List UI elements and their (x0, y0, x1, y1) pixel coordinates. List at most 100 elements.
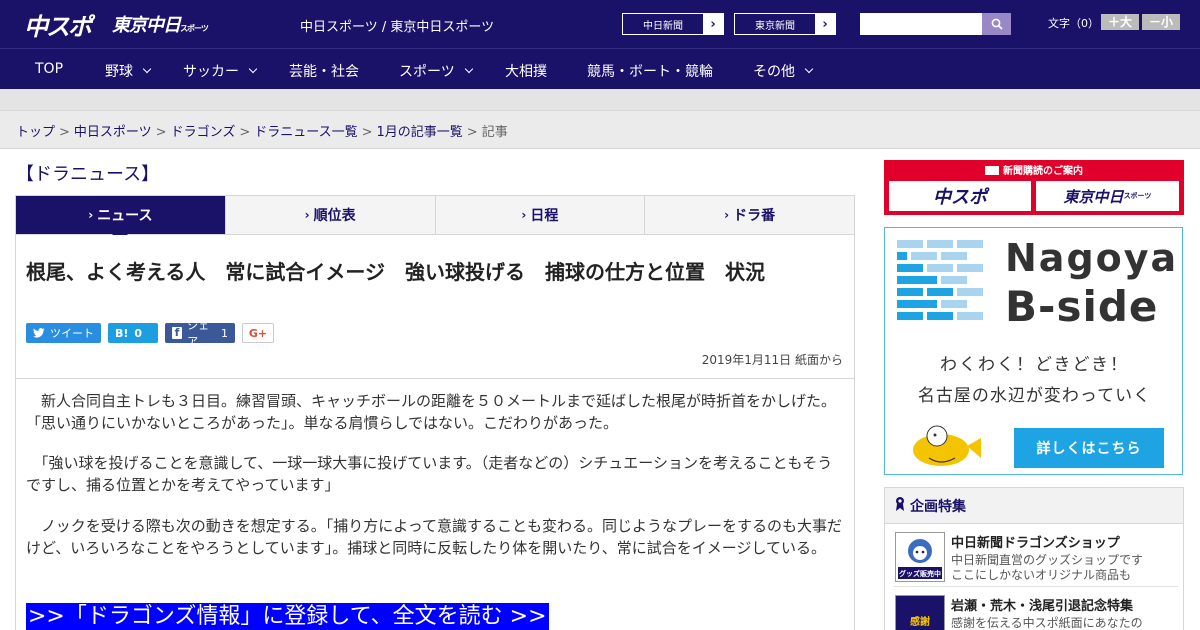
tokyo-shimbun-link[interactable]: 東京新聞 › (734, 13, 836, 35)
hatena-bookmark-button[interactable]: B! 0 (108, 323, 158, 343)
nav-label: TOP (35, 61, 64, 77)
article-paragraph: 「強い球を投げることを意識して、一球一球大事に投げています。（走者などの）シチュ… (26, 454, 833, 494)
search-icon (991, 18, 1003, 30)
article-divider (16, 378, 854, 379)
subscription-banner[interactable]: 新聞購読のご案内 中スポ 東京中日 スポーツ (884, 160, 1184, 215)
chevron-right-icon: › (88, 208, 94, 222)
tab-label: ニュース (97, 208, 153, 224)
feature-description: 中日新聞直営のグッズショップです ここにしかないオリジナル商品も (951, 553, 1143, 583)
feature-specials-panel: 企画特集 グッズ販売中 中日新聞ドラゴンズショップ 中日新聞直営のグッズショップ… (884, 487, 1184, 630)
ad-text-line2: 名古屋の水辺が変わっていく (917, 386, 1152, 406)
nav-label: その他 (753, 64, 795, 80)
subscribe-chuspo-box[interactable]: 中スポ (889, 181, 1031, 211)
chevron-right-icon: › (521, 208, 527, 222)
feature-item-retirement-special[interactable]: 感謝 岩瀬・荒木・浅尾引退記念特集 感謝を伝える中スポ紙面にあなたの (893, 588, 1178, 630)
breadcrumb-link-dragons[interactable]: ドラゴンズ (171, 125, 236, 140)
top-bar: 中スポ 東京中日スポーツ 中日スポーツ / 東京中日スポーツ 中日新聞 › 東京… (0, 0, 1200, 48)
hatena-icon: B! (115, 326, 129, 340)
facebook-share-count: 1 (221, 326, 228, 340)
chevron-right-icon: › (304, 208, 310, 222)
facebook-icon: f (172, 326, 183, 339)
breadcrumb-current: 記事 (481, 125, 508, 140)
retirement-thumb-label: 感謝 (910, 616, 930, 628)
breadcrumb-separator: > (155, 125, 167, 140)
tab-label: ドラ番 (733, 208, 776, 224)
search-button[interactable] (982, 13, 1011, 35)
ad-title-line2: B-side (1005, 282, 1159, 331)
feature-description-line: 感謝を伝える中スポ紙面にあなたの (951, 616, 1143, 630)
nav-item-soccer[interactable]: サッカー (183, 61, 258, 81)
nagoya-bside-ad[interactable]: Nagoya B-side わくわく！どきどき！ 名古屋の水辺が変わっていく 詳… (884, 227, 1183, 475)
feature-title: 中日新聞ドラゴンズショップ (951, 536, 1120, 551)
chevron-right-icon: › (703, 14, 723, 34)
chevron-right-icon: › (815, 14, 835, 34)
google-plus-button[interactable]: G+ (242, 323, 274, 343)
fried-shrimp-mascot-icon (913, 425, 981, 466)
nav-item-other[interactable]: その他 (753, 61, 814, 81)
dragons-shop-thumbnail: グッズ販売中 (895, 532, 945, 582)
header-strip (0, 89, 1200, 111)
article-paragraph: ノックを受ける際も次の動きを想定する。「捕り方によって意識することも変わる。同じ… (26, 517, 843, 557)
feature-description-line: 中日新聞直営のグッズショップです (951, 553, 1144, 567)
feature-title: 岩瀬・荒木・浅尾引退記念特集 (951, 599, 1134, 614)
breadcrumb-separator: > (239, 125, 251, 140)
chunichi-shimbun-link[interactable]: 中日新聞 › (622, 13, 724, 35)
nav-item-baseball[interactable]: 野球 (105, 61, 152, 81)
breadcrumb-link-top[interactable]: トップ (16, 125, 55, 140)
font-increase-button[interactable]: ＋大 (1101, 14, 1139, 30)
nav-label: 芸能・社会 (289, 64, 359, 80)
nav-item-top[interactable]: TOP (35, 61, 63, 77)
nav-label: 競馬・ボート・競輪 (587, 64, 713, 80)
tokyo-chunichi-logo[interactable]: 東京中日スポーツ (112, 11, 209, 37)
facebook-share-label: シェア (187, 319, 210, 348)
nav-item-sumo[interactable]: 大相撲 (505, 61, 547, 81)
feature-header: 企画特集 (885, 488, 1183, 524)
font-size-label: 文字（0） (1048, 17, 1099, 30)
nav-item-racing[interactable]: 競馬・ボート・競輪 (587, 61, 713, 81)
nav-label: 野球 (105, 64, 133, 80)
subscription-header: 新聞購読のご案内 (884, 162, 1184, 177)
feature-description-line: ここにしかないオリジナル商品も (951, 568, 1132, 582)
subscribe-chuspo-logo: 中スポ (933, 187, 987, 208)
feature-item-dragons-shop[interactable]: グッズ販売中 中日新聞ドラゴンズショップ 中日新聞直営のグッズショップです ここ… (893, 525, 1178, 587)
chevron-down-icon (142, 64, 152, 74)
section-tabs: › ニュース › 順位表 › 日程 › ドラ番 (15, 195, 855, 242)
hatena-count: 0 (134, 326, 143, 340)
google-plus-icon: G+ (248, 326, 268, 340)
tokyo-chunichi-logo-small: スポーツ (180, 24, 209, 33)
subscription-header-text: 新聞購読のご案内 (1003, 166, 1083, 177)
tab-schedule[interactable]: › 日程 (434, 196, 645, 234)
twitter-bird-icon (33, 328, 45, 338)
newspaper-icon (985, 166, 999, 175)
nav-label: スポーツ (399, 64, 455, 80)
ad-title-line1: Nagoya (1005, 236, 1179, 280)
breadcrumb-link-news-list[interactable]: ドラニュース一覧 (254, 125, 357, 140)
chevron-down-icon (804, 64, 814, 74)
tokyo-shimbun-label: 東京新聞 (755, 20, 795, 32)
ad-details-button[interactable]: 詳しくはこちら (1014, 428, 1164, 468)
font-decrease-button[interactable]: －小 (1142, 14, 1180, 30)
nav-item-entertainment[interactable]: 芸能・社会 (289, 61, 359, 81)
nav-label: サッカー (183, 64, 239, 80)
breadcrumb-link-chuspo[interactable]: 中日スポーツ (74, 125, 152, 140)
breadcrumb-separator: > (466, 125, 478, 140)
medal-icon (895, 496, 905, 516)
tab-standings[interactable]: › 順位表 (224, 196, 435, 234)
share-buttons: ツイート B! 0 f シェア 1 G+ (26, 319, 281, 348)
facebook-share-button[interactable]: f シェア 1 (165, 319, 235, 348)
breadcrumb-separator: > (59, 125, 70, 140)
nav-item-sports[interactable]: スポーツ (399, 61, 473, 81)
register-read-full-link[interactable]: >>「ドラゴンズ情報」に登録して、全文を読む >> (26, 603, 549, 630)
article-date: 2019年1月11日 紙面から (701, 353, 843, 367)
search-input[interactable] (860, 13, 982, 35)
chevron-down-icon (248, 64, 258, 74)
chevron-down-icon (464, 64, 473, 74)
tweet-button[interactable]: ツイート (26, 323, 101, 343)
tab-reporter[interactable]: › ドラ番 (644, 196, 854, 234)
article-paragraph: 新人合同自主トレも３日目。練習冒頭、キャッチボールの距離を５０メートルまで延ばし… (26, 392, 837, 432)
breadcrumb-link-month-list[interactable]: 1月の記事一覧 (377, 125, 463, 140)
subscribe-tokyo-box[interactable]: 東京中日 スポーツ (1036, 181, 1179, 211)
tab-news[interactable]: › ニュース (16, 196, 225, 242)
subscribe-tokyo-logo: 東京中日 (1063, 187, 1124, 206)
chuspo-logo[interactable]: 中スポ (24, 7, 92, 42)
